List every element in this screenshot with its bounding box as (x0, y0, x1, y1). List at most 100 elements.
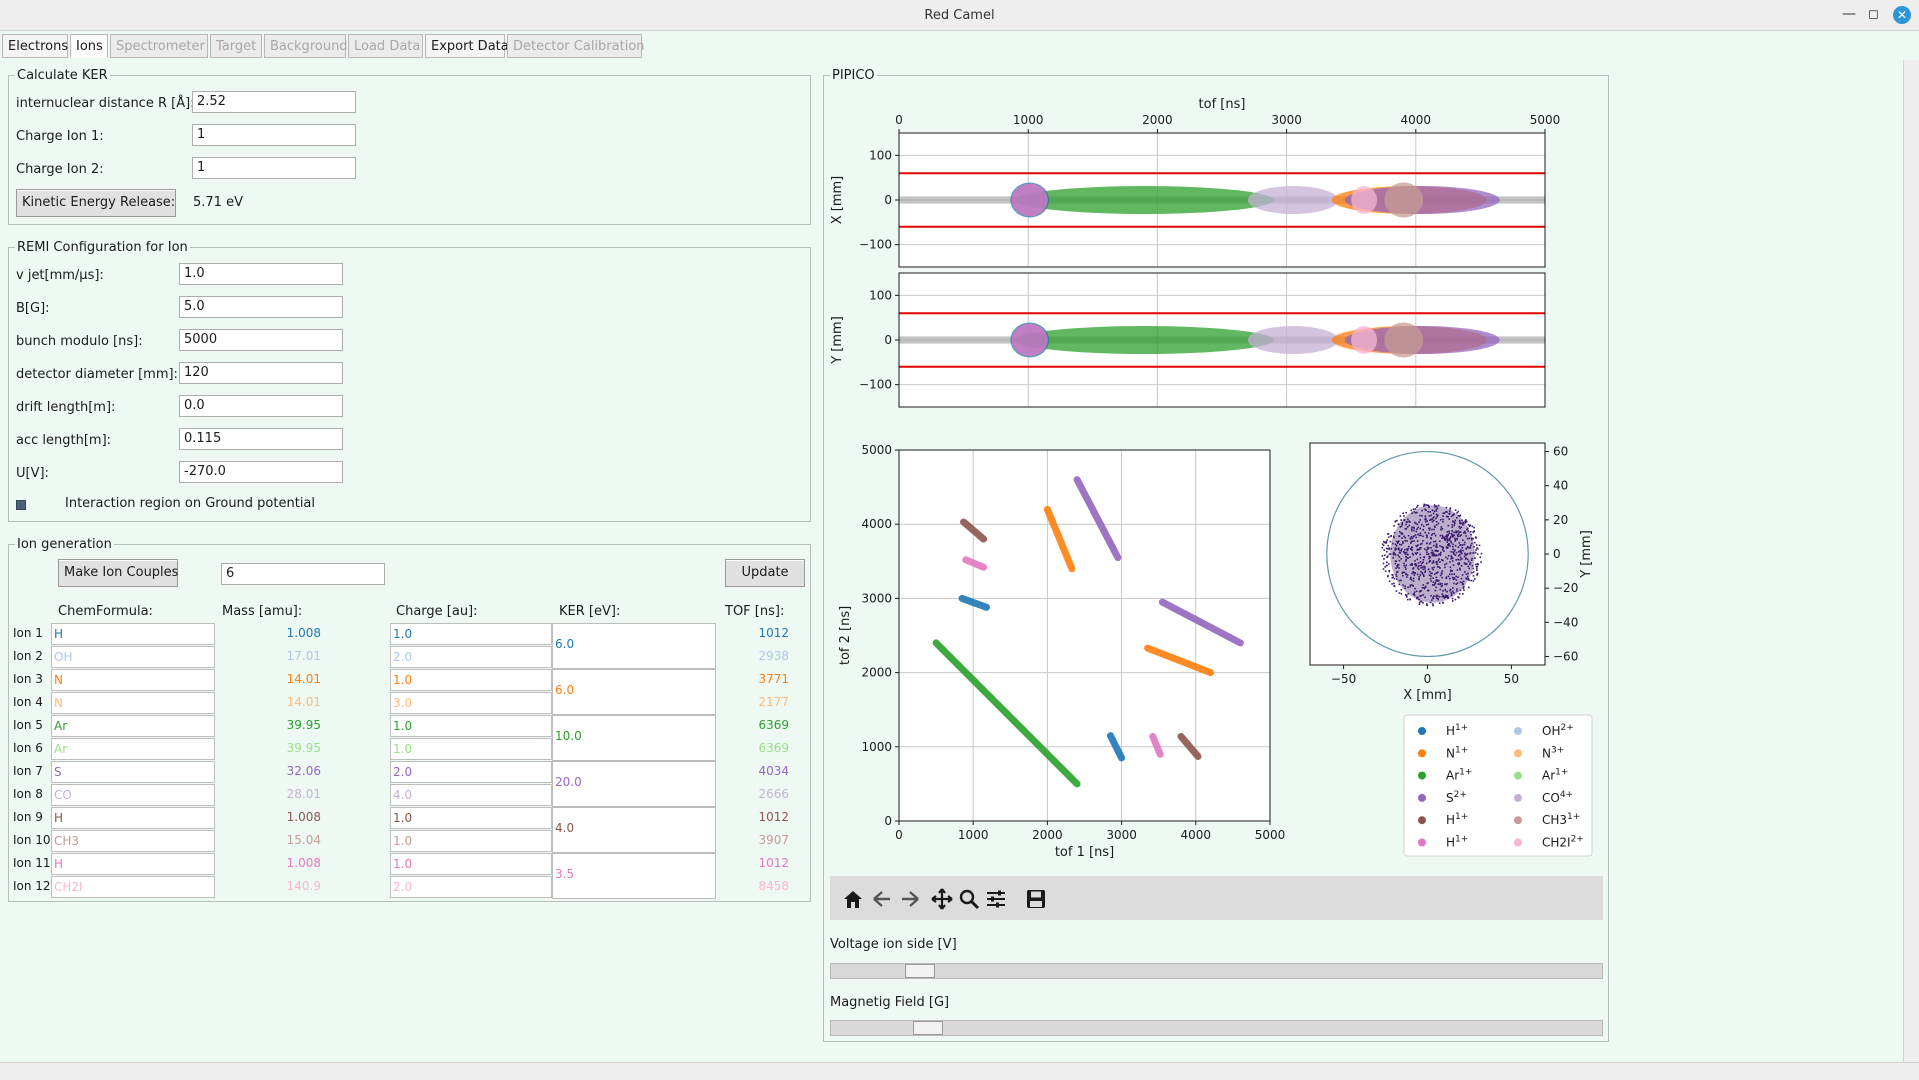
tab-ions[interactable]: Ions (70, 34, 108, 58)
hit-dot (1454, 598, 1457, 601)
close-icon[interactable]: ✕ (1893, 6, 1911, 24)
voltage-slider-handle[interactable] (905, 964, 936, 978)
home-icon[interactable] (844, 891, 862, 908)
window-title: Red Camel (924, 8, 995, 23)
charge-ion2-field[interactable]: 1 (192, 157, 356, 179)
voltage-slider[interactable] (830, 963, 1603, 979)
u-voltage-field[interactable]: -270.0 (179, 461, 343, 483)
charge-ion1-field[interactable]: 1 (192, 124, 356, 146)
ion-chem-field[interactable]: CO (51, 784, 215, 806)
configure-icon[interactable] (987, 890, 1005, 908)
x-tick-label: 0 (895, 828, 903, 842)
ion-chem-field[interactable]: CH3 (51, 830, 215, 852)
ion-charge-field[interactable]: 1.0 (390, 715, 552, 737)
hit-dot (1407, 598, 1409, 601)
legend-charge: 1+ (1455, 835, 1468, 845)
magnetic-field-slider[interactable] (830, 1020, 1603, 1036)
ker-value-field[interactable]: 4.0 (552, 807, 716, 853)
ion-chem-field[interactable]: H (51, 623, 215, 645)
make-ion-couples-button[interactable]: Make Ion Couples (58, 559, 178, 587)
ker-value-field[interactable]: 20.0 (552, 761, 716, 807)
ion-charge-field[interactable]: 1.0 (390, 669, 552, 691)
ion-chem-field[interactable]: OH (51, 646, 215, 668)
drift-length-field[interactable]: 0.0 (179, 395, 343, 417)
ion-chem-field[interactable]: Ar (51, 715, 215, 737)
hit-dot (1475, 537, 1477, 539)
ion-charge-field[interactable]: 1.0 (390, 807, 552, 829)
back-icon[interactable] (873, 891, 890, 907)
acc-length-field[interactable]: 0.115 (179, 428, 343, 450)
ion-charge-field[interactable]: 1.0 (390, 738, 552, 760)
kinetic-energy-release-button[interactable]: Kinetic Energy Release: (16, 189, 176, 217)
ion-charge-field[interactable]: 1.0 (390, 623, 552, 645)
vertical-scrollbar[interactable] (1903, 60, 1919, 1062)
ion-label: Ion 3 (13, 672, 43, 686)
ion-charge-field[interactable]: 1.0 (390, 853, 552, 875)
hit-dot (1385, 542, 1388, 544)
bunch-modulo-field[interactable]: 5000 (179, 329, 343, 351)
ker-value-field[interactable]: 6.0 (552, 623, 716, 669)
ion-couples-count-field[interactable]: 6 (221, 563, 385, 585)
x-tick-label: 2000 (1142, 113, 1173, 127)
ker-value-field[interactable]: 10.0 (552, 715, 716, 761)
ion-charge-field[interactable]: 3.0 (390, 692, 552, 714)
tab-target[interactable]: Target (210, 34, 262, 58)
ion-charge-field[interactable]: 2.0 (390, 876, 552, 898)
ion-charge-field[interactable]: 2.0 (390, 646, 552, 668)
ion-chem-field[interactable]: H (51, 853, 215, 875)
internuclear-distance-field[interactable]: 2.52 (192, 91, 356, 113)
hit-dot (1393, 582, 1395, 585)
ion-chem-field[interactable]: H (51, 807, 215, 829)
hit-dot (1473, 526, 1475, 529)
ion-mass-value: 140.9 (286, 879, 321, 893)
ion-chem-field[interactable]: CH2I (51, 876, 215, 898)
ion-charge-field[interactable]: 1.0 (390, 830, 552, 852)
pan-icon[interactable] (931, 888, 953, 910)
ion-mass-value: 1.008 (286, 856, 321, 870)
forward-icon[interactable] (902, 891, 919, 907)
ion-chem-field[interactable]: Ar (51, 738, 215, 760)
remi-config-title: REMI Configuration for Ion (15, 240, 190, 255)
x-tick-label: 0 (895, 113, 903, 127)
ion-chem-field[interactable]: S (51, 761, 215, 783)
ion-label: Ion 2 (13, 649, 43, 663)
ion-charge-field[interactable]: 4.0 (390, 784, 552, 806)
legend-charge: 1+ (1567, 812, 1580, 822)
ground-potential-label: Interaction region on Ground potential (65, 496, 316, 511)
save-icon[interactable] (1027, 890, 1045, 908)
maximize-icon[interactable]: ◻ (1868, 7, 1879, 22)
detector-diameter-field[interactable]: 120 (179, 362, 343, 384)
y-axis-label: tof 2 [ns] (838, 606, 853, 665)
hit-dot (1405, 511, 1408, 514)
hit-dot (1403, 515, 1405, 517)
v-jet-field[interactable]: 1.0 (179, 263, 343, 285)
minimize-icon[interactable]: — (1842, 6, 1856, 22)
ion-charge-field[interactable]: 2.0 (390, 761, 552, 783)
hit-dot (1473, 541, 1476, 544)
tab-electrons[interactable]: Electrons (2, 34, 68, 58)
update-button[interactable]: Update (725, 559, 805, 587)
hit-dot (1406, 596, 1408, 598)
ion-chem-field[interactable]: N (51, 669, 215, 691)
ion-chem-field[interactable]: N (51, 692, 215, 714)
tab-background[interactable]: Background (264, 34, 348, 58)
tab-export-data[interactable]: Export Data (425, 34, 509, 58)
tab-load-data[interactable]: Load Data (348, 34, 423, 58)
b-field-field[interactable]: 5.0 (179, 296, 343, 318)
hit-dot (1382, 544, 1385, 547)
magnetic-field-slider-handle[interactable] (912, 1021, 943, 1035)
hit-dot (1387, 563, 1390, 565)
remi-config-group: REMI Configuration for Ion v jet[mm/µs]:… (8, 240, 811, 522)
tab-bar: Electrons Ions Spectrometer Target Backg… (0, 32, 1919, 60)
tab-spectrometer[interactable]: Spectrometer (110, 34, 208, 58)
ker-value-field[interactable]: 3.5 (552, 853, 716, 899)
ground-potential-checkbox[interactable] (16, 500, 26, 510)
ker-result: 5.71 eV (193, 195, 243, 210)
zoom-icon[interactable] (959, 889, 980, 910)
horizontal-scrollbar[interactable] (0, 1062, 1919, 1080)
ker-value-field[interactable]: 6.0 (552, 669, 716, 715)
legend-marker (1418, 838, 1426, 847)
tab-detector-calibration[interactable]: Detector Calibration (507, 34, 645, 58)
hit-dot (1468, 579, 1470, 582)
hit-dot (1473, 578, 1476, 580)
